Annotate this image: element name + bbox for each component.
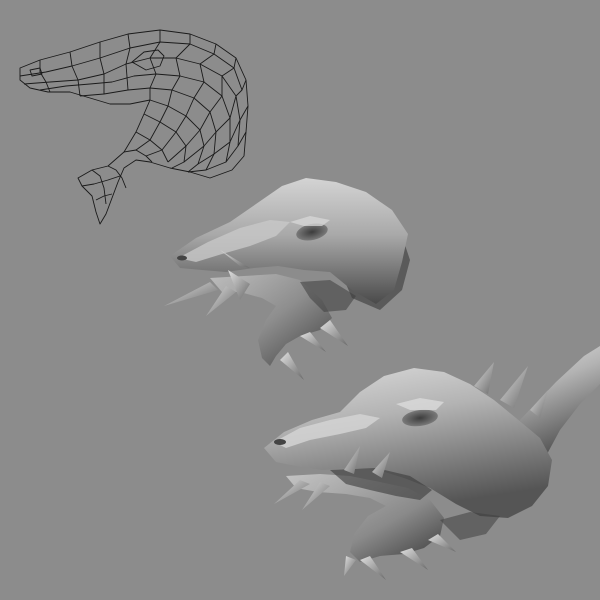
- 3d-viewport[interactable]: [0, 0, 600, 600]
- nostril: [274, 439, 286, 445]
- viewport-scene: [0, 0, 600, 600]
- nostril: [177, 255, 187, 261]
